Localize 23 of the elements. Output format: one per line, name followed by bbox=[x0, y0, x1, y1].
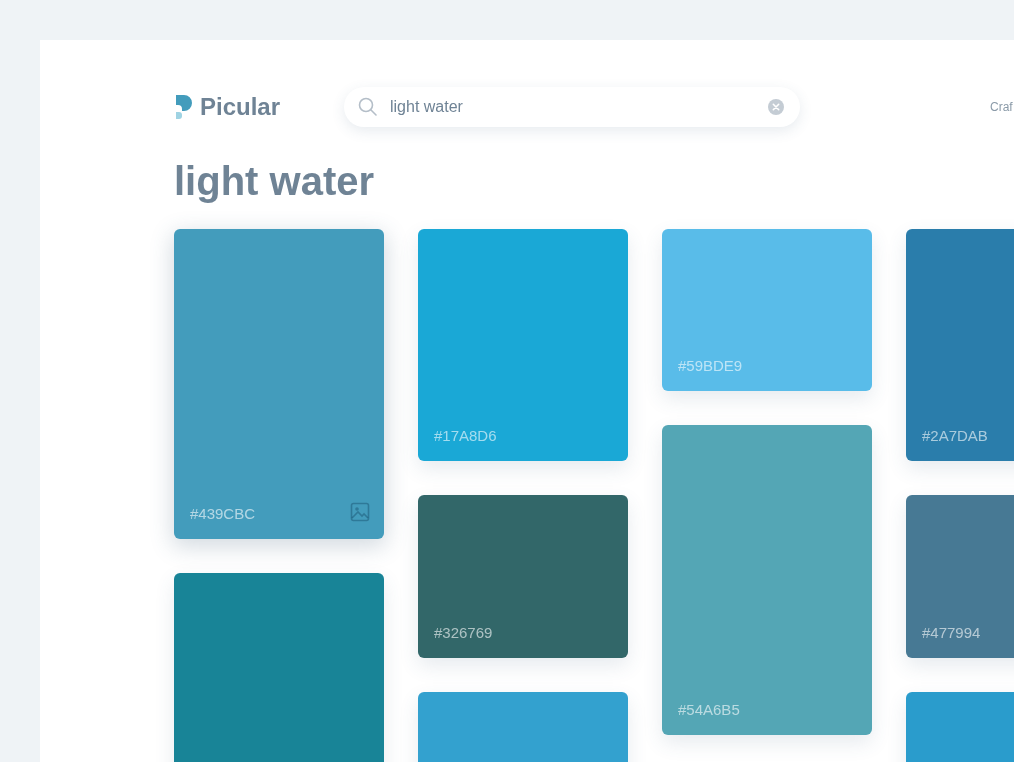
nav-link[interactable]: Craf bbox=[990, 100, 1013, 114]
hex-code: #2A7DAB bbox=[922, 427, 988, 444]
hex-code: #326769 bbox=[434, 624, 493, 641]
brand-name[interactable]: Picular bbox=[200, 93, 281, 121]
search-bar[interactable]: light water bbox=[344, 87, 800, 127]
search-field[interactable]: light water bbox=[390, 98, 756, 116]
search-icon bbox=[358, 97, 378, 117]
color-swatch[interactable]: #2A7DAB bbox=[906, 229, 1014, 461]
color-swatch[interactable]: #17A8D6 bbox=[418, 229, 628, 461]
hex-code: #477994 bbox=[922, 624, 981, 641]
hex-code: #54A6B5 bbox=[678, 701, 740, 718]
page-heading: light water bbox=[174, 159, 376, 203]
image-icon[interactable] bbox=[350, 502, 370, 522]
color-swatch[interactable]: #54A6B5 bbox=[662, 425, 872, 735]
logo-icon bbox=[174, 93, 194, 121]
hex-code: #59BDE9 bbox=[678, 357, 743, 374]
color-swatch[interactable]: #439CBC bbox=[174, 229, 384, 539]
color-swatch[interactable]: #326769 bbox=[418, 495, 628, 658]
color-swatch[interactable]: #59BDE9 bbox=[662, 229, 872, 391]
color-swatch[interactable]: #477994 bbox=[906, 495, 1014, 658]
hex-code: #17A8D6 bbox=[434, 427, 497, 444]
clear-icon[interactable] bbox=[768, 99, 784, 115]
hex-code: #439CBC bbox=[190, 505, 256, 522]
